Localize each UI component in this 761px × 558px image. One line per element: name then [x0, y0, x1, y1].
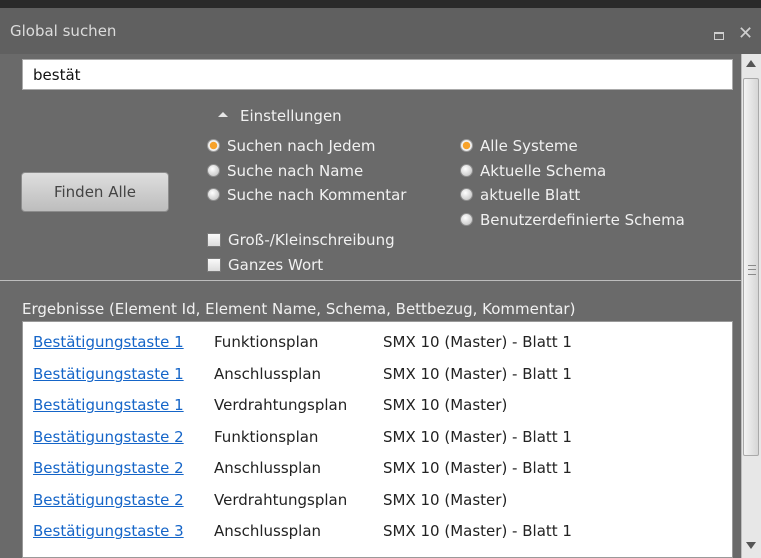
- grip-icon: [748, 265, 756, 275]
- result-plan: Anschlussplan: [214, 365, 322, 383]
- scroll-down-arrow-icon[interactable]: [746, 542, 756, 549]
- vertical-scrollbar[interactable]: [741, 54, 761, 558]
- radio-search-comment[interactable]: Suche nach Kommentar: [207, 184, 406, 206]
- checkbox-whole-word[interactable]: Ganzes Wort: [207, 254, 323, 276]
- radio-label: Alle Systeme: [480, 137, 578, 155]
- results-header: Ergebnisse (Element Id, Element Name, Sc…: [22, 300, 576, 318]
- scroll-up-arrow-icon[interactable]: [746, 60, 756, 67]
- checkbox-case-sensitive[interactable]: Groß-/Kleinschreibung: [207, 229, 395, 251]
- result-element-link[interactable]: Bestätigungstaste 1: [33, 362, 184, 386]
- result-element-link[interactable]: Bestätigungstaste 1: [33, 393, 184, 417]
- search-input[interactable]: [22, 59, 733, 90]
- maximize-icon[interactable]: [714, 32, 724, 40]
- radio-custom-schema[interactable]: Benutzerdefinierte Schema: [460, 209, 685, 231]
- radio-unselected-icon: [460, 213, 473, 226]
- result-element-link[interactable]: Bestätigungstaste 2: [33, 456, 184, 480]
- radio-unselected-icon: [460, 188, 473, 201]
- collapse-caret-icon: [218, 112, 228, 117]
- radio-label: Suchen nach Jedem: [227, 137, 376, 155]
- scrollbar-thumb[interactable]: [743, 78, 759, 456]
- radio-selected-icon: [207, 139, 220, 152]
- result-schema: SMX 10 (Master) - Blatt 1: [383, 459, 572, 477]
- result-schema: SMX 10 (Master) - Blatt 1: [383, 333, 572, 351]
- radio-label: aktuelle Blatt: [480, 186, 581, 204]
- radio-search-name[interactable]: Suche nach Name: [207, 160, 363, 182]
- result-schema: SMX 10 (Master): [383, 491, 508, 509]
- window-top-edge: [0, 0, 761, 8]
- radio-current-schema[interactable]: Aktuelle Schema: [460, 160, 606, 182]
- results-list: Bestätigungstaste 1 Funktionsplan SMX 10…: [22, 321, 733, 558]
- radio-current-sheet[interactable]: aktuelle Blatt: [460, 184, 580, 206]
- title-bar: Global suchen ✕: [0, 8, 761, 54]
- radio-label: Benutzerdefinierte Schema: [480, 211, 685, 229]
- result-schema: SMX 10 (Master) - Blatt 1: [383, 365, 572, 383]
- radio-search-everything[interactable]: Suchen nach Jedem: [207, 135, 376, 157]
- settings-label: Einstellungen: [240, 107, 342, 125]
- result-schema: SMX 10 (Master) - Blatt 1: [383, 522, 572, 540]
- checkbox-label: Groß-/Kleinschreibung: [228, 231, 395, 249]
- result-element-link[interactable]: Bestätigungstaste 2: [33, 488, 184, 512]
- result-plan: Anschlussplan: [214, 459, 322, 477]
- radio-unselected-icon: [460, 164, 473, 177]
- result-schema: SMX 10 (Master): [383, 396, 508, 414]
- radio-label: Aktuelle Schema: [480, 162, 607, 180]
- radio-selected-icon: [460, 139, 473, 152]
- radio-label: Suche nach Kommentar: [227, 186, 407, 204]
- radio-unselected-icon: [207, 188, 220, 201]
- radio-label: Suche nach Name: [227, 162, 364, 180]
- radio-unselected-icon: [207, 164, 220, 177]
- result-plan: Anschlussplan: [214, 522, 322, 540]
- result-plan: Funktionsplan: [214, 333, 319, 351]
- result-plan: Funktionsplan: [214, 428, 319, 446]
- section-divider: [0, 280, 741, 281]
- result-element-link[interactable]: Bestätigungstaste 3: [33, 519, 184, 543]
- result-plan: Verdrahtungsplan: [214, 396, 348, 414]
- result-element-link[interactable]: Bestätigungstaste 1: [33, 330, 184, 354]
- global-search-window: Global suchen ✕ Finden Alle Einstellunge…: [0, 0, 761, 558]
- find-all-button[interactable]: Finden Alle: [21, 172, 169, 212]
- checkbox-icon: [207, 257, 221, 272]
- result-schema: SMX 10 (Master) - Blatt 1: [383, 428, 572, 446]
- checkbox-icon: [207, 232, 221, 247]
- result-element-link[interactable]: Bestätigungstaste 2: [33, 425, 184, 449]
- checkbox-label: Ganzes Wort: [228, 256, 324, 274]
- radio-all-systems[interactable]: Alle Systeme: [460, 135, 578, 157]
- window-title: Global suchen: [10, 22, 117, 40]
- settings-toggle[interactable]: Einstellungen: [218, 107, 342, 125]
- close-icon[interactable]: ✕: [738, 24, 753, 44]
- result-plan: Verdrahtungsplan: [214, 491, 348, 509]
